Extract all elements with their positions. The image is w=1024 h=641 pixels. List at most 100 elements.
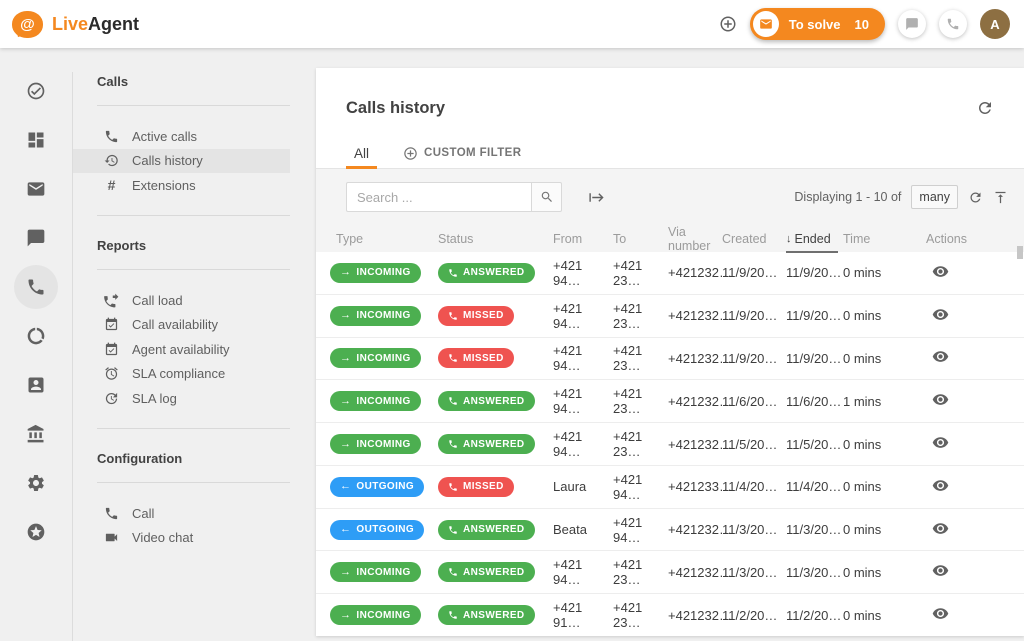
liveagent-logo[interactable]: @ LiveAgent — [12, 11, 139, 38]
cell-to: +421 23… — [613, 429, 668, 459]
icon-rail — [0, 48, 72, 641]
refresh-icon — [968, 190, 983, 205]
bank-icon — [26, 424, 46, 444]
cell-time: 0 mins — [843, 437, 926, 452]
avatar-initial: A — [990, 17, 999, 32]
table-row[interactable]: →INCOMINGMISSED+421 94…+421 23…+421232…1… — [316, 338, 1024, 381]
cell-time: 1 mins — [843, 394, 926, 409]
tab-custom-filter[interactable]: CUSTOM FILTER — [403, 146, 521, 161]
topbar: @ LiveAgent To solve 10 A — [0, 0, 1024, 48]
rail-item-phone[interactable] — [14, 265, 58, 309]
gear-icon — [26, 473, 46, 493]
chat-button[interactable] — [898, 10, 926, 38]
rail-item-star-circle[interactable] — [14, 510, 58, 554]
cell-from: Laura — [553, 479, 613, 494]
column-header-via[interactable]: Via number — [668, 225, 722, 253]
column-header-to[interactable]: To — [613, 232, 668, 246]
cell-ended: 11/5/20… — [786, 437, 843, 452]
column-header-ended[interactable]: ↓ Ended — [786, 225, 843, 253]
logo-at-glyph: @ — [20, 16, 35, 33]
table-row[interactable]: →INCOMINGANSWERED+421 94…+421 23…+421232… — [316, 551, 1024, 594]
nav-item-call-availability[interactable]: Call availability — [97, 312, 290, 337]
page-size-button[interactable]: many — [911, 185, 958, 209]
refresh-list-button[interactable] — [968, 190, 983, 205]
rail-item-gear[interactable] — [14, 461, 58, 505]
rail-item-mail[interactable] — [14, 167, 58, 211]
search-button[interactable] — [531, 182, 562, 212]
column-header-time[interactable]: Time — [843, 232, 926, 246]
status-badge-label: ANSWERED — [463, 396, 525, 407]
table-row[interactable]: →INCOMINGANSWERED+421 91…+421 23…+421232… — [316, 594, 1024, 636]
view-call-button[interactable] — [932, 348, 949, 365]
rail-item-contact-card[interactable] — [14, 363, 58, 407]
rail-item-check-circle[interactable] — [14, 69, 58, 113]
cell-ended: 11/3/20… — [786, 522, 843, 537]
hash-icon: # — [104, 177, 119, 193]
view-call-button[interactable] — [932, 391, 949, 408]
nav-item-call[interactable]: Call — [97, 501, 290, 526]
nav-item-video-chat[interactable]: Video chat — [97, 525, 290, 550]
table-row[interactable]: →INCOMINGANSWERED+421 94…+421 23…+421232… — [316, 380, 1024, 423]
table-row[interactable]: ←OUTGOINGMISSEDLaura+421 94…+421233…11/4… — [316, 466, 1024, 509]
nav-item-label: SLA compliance — [132, 366, 225, 381]
rail-item-data-usage[interactable] — [14, 314, 58, 358]
column-header-type[interactable]: Type — [330, 232, 438, 246]
logo-live: Live — [52, 14, 88, 34]
arrow-right-icon: → — [340, 310, 351, 321]
add-button[interactable] — [719, 15, 737, 33]
nav-item-call-load[interactable]: Call load — [97, 288, 290, 313]
phone-icon — [448, 525, 458, 535]
view-call-button[interactable] — [932, 605, 949, 622]
view-call-button[interactable] — [932, 477, 949, 494]
refresh-button[interactable] — [976, 99, 994, 117]
column-header-created[interactable]: Created — [722, 232, 786, 246]
column-header-from[interactable]: From — [553, 232, 613, 246]
mail-icon — [759, 17, 773, 31]
table-row[interactable]: →INCOMINGMISSED+421 94…+421 23…+421232…1… — [316, 295, 1024, 338]
refresh-icon — [976, 99, 994, 117]
nav-item-extensions[interactable]: #Extensions — [97, 173, 290, 198]
view-call-button[interactable] — [932, 520, 949, 537]
nav-item-agent-availability[interactable]: Agent availability — [97, 337, 290, 362]
search-input[interactable] — [346, 182, 531, 212]
phone-button[interactable] — [939, 10, 967, 38]
table-row[interactable]: ←OUTGOINGANSWEREDBeata+421 94…+421232…11… — [316, 509, 1024, 552]
table-row[interactable]: →INCOMINGANSWERED+421 94…+421 23…+421232… — [316, 252, 1024, 295]
tab-all[interactable]: All — [346, 138, 377, 168]
cell-from: +421 94… — [553, 557, 613, 587]
view-call-button[interactable] — [932, 263, 949, 280]
add-circle-icon — [719, 15, 737, 33]
cell-ended: 11/9/20… — [786, 351, 843, 366]
rail-item-bank[interactable] — [14, 412, 58, 456]
scroll-top-button[interactable] — [993, 190, 1008, 205]
nav-item-active-calls[interactable]: Active calls — [97, 124, 290, 149]
scrollbar-thumb[interactable] — [1017, 246, 1023, 259]
table-toolbar: Displaying 1 - 10 of many — [316, 169, 1024, 225]
start-pagination-button[interactable] — [588, 189, 605, 206]
to-solve-button[interactable]: To solve 10 — [750, 8, 885, 40]
view-call-button[interactable] — [932, 306, 949, 323]
column-header-actions[interactable]: Actions — [926, 232, 1010, 246]
view-call-button[interactable] — [932, 434, 949, 451]
nav-section-title-configuration: Configuration — [97, 451, 290, 469]
status-badge-answered: ANSWERED — [438, 562, 535, 582]
view-call-button[interactable] — [932, 562, 949, 579]
avatar[interactable]: A — [980, 9, 1010, 39]
eye-icon — [932, 477, 949, 494]
side-nav: CallsActive callsCalls history#Extension… — [73, 48, 316, 641]
cell-via-number: +421232… — [668, 308, 722, 323]
rail-item-dashboard[interactable] — [14, 118, 58, 162]
cell-to: +421 23… — [613, 343, 668, 373]
contact-card-icon — [26, 375, 46, 395]
rail-item-chat[interactable] — [14, 216, 58, 260]
column-header-status[interactable]: Status — [438, 232, 553, 246]
nav-item-calls-history[interactable]: Calls history — [73, 149, 290, 174]
nav-item-label: Active calls — [132, 129, 197, 144]
type-badge-label: OUTGOING — [356, 524, 414, 535]
star-circle-icon — [26, 522, 46, 542]
phone-icon — [104, 506, 119, 521]
nav-item-sla-compliance[interactable]: SLA compliance — [97, 362, 290, 387]
nav-item-sla-log[interactable]: SLA log — [97, 386, 290, 411]
table-row[interactable]: →INCOMINGANSWERED+421 94…+421 23…+421232… — [316, 423, 1024, 466]
dashboard-icon — [26, 130, 46, 150]
